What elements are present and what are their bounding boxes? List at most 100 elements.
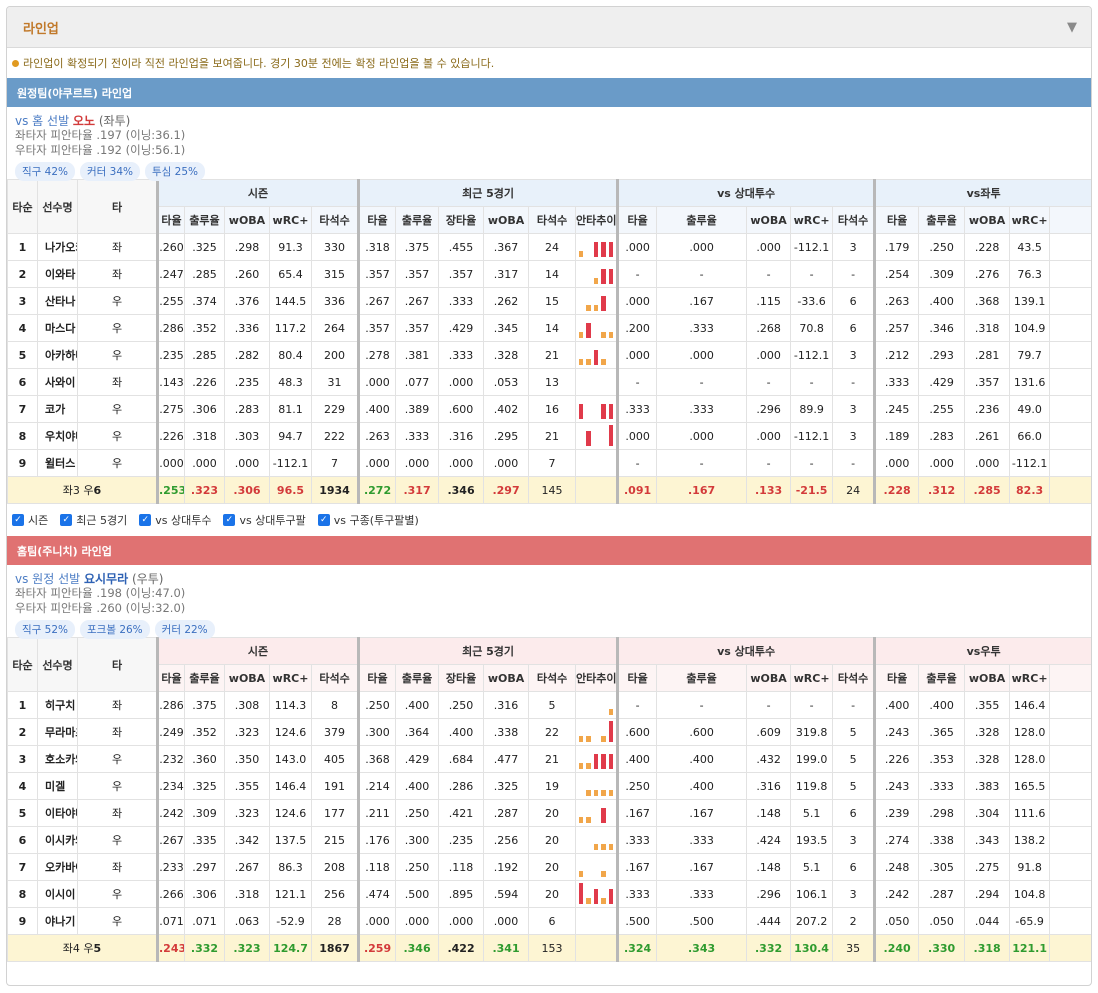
batter-row[interactable]: 1나가오카좌.260.325.29891.3330.318.375.455.36… [7, 233, 1091, 261]
triangle-down-icon[interactable]: ▼ [1067, 20, 1077, 35]
batter-name[interactable]: 우치야마 [37, 422, 78, 450]
batter-row[interactable]: 6이시카와우.267.335.342137.5215.176.300.235.2… [7, 826, 1091, 854]
batter-name[interactable]: 사와이 [37, 368, 78, 396]
season-stat: .063 [224, 907, 270, 935]
group-vs-pitcher: vs 상대투수 [616, 637, 876, 665]
checkbox-checked-icon[interactable]: ✓ [317, 514, 330, 526]
batter-name[interactable]: 이시카와 [37, 826, 78, 854]
batter-row[interactable]: 4 미겔 우 .234.325.355 146.4 191.214.400.286.325… [7, 772, 1091, 800]
vs-hand-stat: .294 [964, 880, 1011, 908]
checkbox-checked-icon[interactable]: ✓ [12, 514, 24, 526]
vs-pitcher-stat: .000 [746, 233, 792, 261]
batter-hand: 좌 [77, 233, 158, 261]
season-stat: 200 [310, 341, 360, 369]
sp-vs-lhb: 좌타자 피안타율 .197 (이닝:36.1) [15, 128, 186, 142]
recent-col-header: 장타율 [438, 664, 485, 692]
season-stat: .297 [184, 853, 225, 881]
batter-name[interactable]: 산타나 [37, 287, 78, 315]
batter-name[interactable]: 이와타 [37, 260, 78, 288]
season-stat: .267 [224, 853, 270, 881]
batter-row[interactable]: 3호소카와우.232.360.350143.0405.368.429.684.4… [7, 745, 1091, 773]
total-recent-stat: .346 [438, 476, 485, 504]
total-vs-hand-stat: .228 [873, 476, 920, 504]
season-stat: 48.3 [269, 368, 312, 396]
batter-name[interactable]: 나가오카 [37, 233, 78, 261]
vs-pitcher-stat: 5 [832, 772, 876, 800]
hit-trend-bar [601, 844, 606, 850]
vs-pitcher-stat: - [832, 368, 876, 396]
batter-row[interactable]: 9 야나기 우 .071.071.063 -52.9 28.000.000.000.000… [7, 907, 1091, 935]
hit-trend [575, 718, 619, 746]
season-stat: 405 [310, 745, 360, 773]
batter-row[interactable]: 9 윌터스 우 .000.000.000 -112.1 7.000.000.000.000… [7, 449, 1091, 477]
vs-pitcher-stat: .500 [656, 907, 748, 935]
batter-name[interactable]: 마스다 [37, 314, 78, 342]
sp-name-link[interactable]: 오노 [73, 114, 95, 128]
vs-hand-stat: .250 [918, 233, 966, 261]
batter-name[interactable]: 미겔 [37, 772, 78, 800]
batter-name[interactable]: 히구치 [37, 691, 78, 719]
batter-row[interactable]: 8우치야마우.226.318.30394.7222.263.333.316.29… [7, 422, 1091, 450]
overflow-cell [1049, 260, 1091, 288]
total-vs-pitcher-stat: .343 [656, 934, 748, 962]
batter-name[interactable]: 이타야마 [37, 799, 78, 827]
overflow-cell [1049, 233, 1091, 261]
checkbox-checked-icon[interactable]: ✓ [139, 514, 152, 526]
checkbox-checked-icon[interactable]: ✓ [60, 514, 73, 526]
batter-name[interactable]: 호소카와 [37, 745, 78, 773]
checkbox-checked-icon[interactable]: ✓ [223, 514, 236, 526]
batter-row[interactable]: 6 사와이 좌 .143.226.235 48.3 31.000.077.000.053 1… [7, 368, 1091, 396]
season-col-header: wRC+ [269, 206, 312, 234]
batter-row[interactable]: 2무라마츠좌.249.352.323124.6379.300.364.400.3… [7, 718, 1091, 746]
batter-row[interactable]: 7오카바야시좌.233.297.26786.3208.118.250.118.1… [7, 853, 1091, 881]
vs-hand-stat: .304 [964, 799, 1011, 827]
batter-row[interactable]: 5이타야마좌.242.309.323124.6177.211.250.421.2… [7, 799, 1091, 827]
handedness-count-left: 좌4 우 [62, 942, 94, 955]
vs-pitcher-col-header: 타율 [616, 664, 658, 692]
vs-pitcher-stat: .167 [656, 287, 748, 315]
season-stat: 144.5 [269, 287, 312, 315]
batter-row[interactable]: 4 마스다 우 .286.352.336 117.2 264.357.357.429.34… [7, 314, 1091, 342]
season-stat: .308 [224, 691, 270, 719]
batter-name[interactable]: 이시이 [37, 880, 78, 908]
handedness-count-left: 좌3 우 [62, 484, 94, 497]
batter-name[interactable]: 오카바야시 [37, 853, 78, 881]
overflow-cell [1049, 880, 1091, 908]
batter-row[interactable]: 1 히구치 좌 .286.375.308 114.3 8.250.400.250.316 5… [7, 691, 1091, 719]
filter-checkbox[interactable]: ✓ vs 구종(투구팔별) [317, 512, 419, 528]
vs-pitcher-stat: 3 [832, 826, 876, 854]
vs-pitcher-stat: - [790, 691, 834, 719]
batter-name[interactable]: 윌터스 [37, 449, 78, 477]
batter-name[interactable]: 야나기 [37, 907, 78, 935]
filter-checkbox[interactable]: ✓ vs 상대투수 [139, 512, 211, 528]
batter-name[interactable]: 무라마츠 [37, 718, 78, 746]
batter-row[interactable]: 5아카하네우.235.285.28280.4200.278.381.333.32… [7, 341, 1091, 369]
batter-row[interactable]: 2 이와타 좌 .247.285.260 65.4 315.357.357.357.317… [7, 260, 1091, 288]
lineup-panel: 라인업 ▼ 라인업이 확정되기 전이라 직전 라인업을 보여줍니다. 경기 30… [6, 6, 1092, 986]
recent-col-header: 출루율 [395, 206, 440, 234]
filter-checkbox[interactable]: ✓ vs 상대투구팔 [223, 512, 306, 528]
season-stat: .267 [156, 826, 185, 854]
hit-trend [575, 395, 619, 423]
handedness-count-right: 6 [93, 484, 102, 497]
batter-name[interactable]: 코가 [37, 395, 78, 423]
vs-hand-stat: .050 [918, 907, 966, 935]
season-stat: 124.6 [269, 799, 312, 827]
season-stat: .306 [184, 880, 225, 908]
sp-name-link[interactable]: 요시무라 [84, 572, 128, 586]
season-stat: 121.1 [269, 880, 312, 908]
filter-checkbox[interactable]: ✓ 최근 5경기 [60, 512, 127, 528]
batter-row[interactable]: 7 코가 우 .275.306.283 81.1 229.400.389.600.402 1… [7, 395, 1091, 423]
filter-checkbox[interactable]: ✓ 시즌 [12, 512, 48, 528]
panel-header[interactable]: 라인업 ▼ [7, 7, 1091, 48]
away-lineup-table: 타순 선수명 타 시즌 최근 5경기 vs 상대투수 vs좌투 타율 출루율 wOBA wRC+ 타석… [7, 179, 1091, 504]
group-recent-5: 최근 5경기 [357, 179, 619, 207]
recent-stat: .400 [438, 718, 485, 746]
vs-pitcher-stat: -112.1 [790, 233, 834, 261]
batter-row[interactable]: 3 산타나 우 .255.374.376 144.5 336.267.267.333.26… [7, 287, 1091, 315]
filter-label: vs 구종(투구팔별) [333, 514, 419, 527]
season-stat: .318 [184, 422, 225, 450]
batter-row[interactable]: 8 이시이 우 .266.306.318 121.1 256.474.500.895.59… [7, 880, 1091, 908]
hit-trend-bar [586, 817, 591, 823]
batter-name[interactable]: 아카하네 [37, 341, 78, 369]
